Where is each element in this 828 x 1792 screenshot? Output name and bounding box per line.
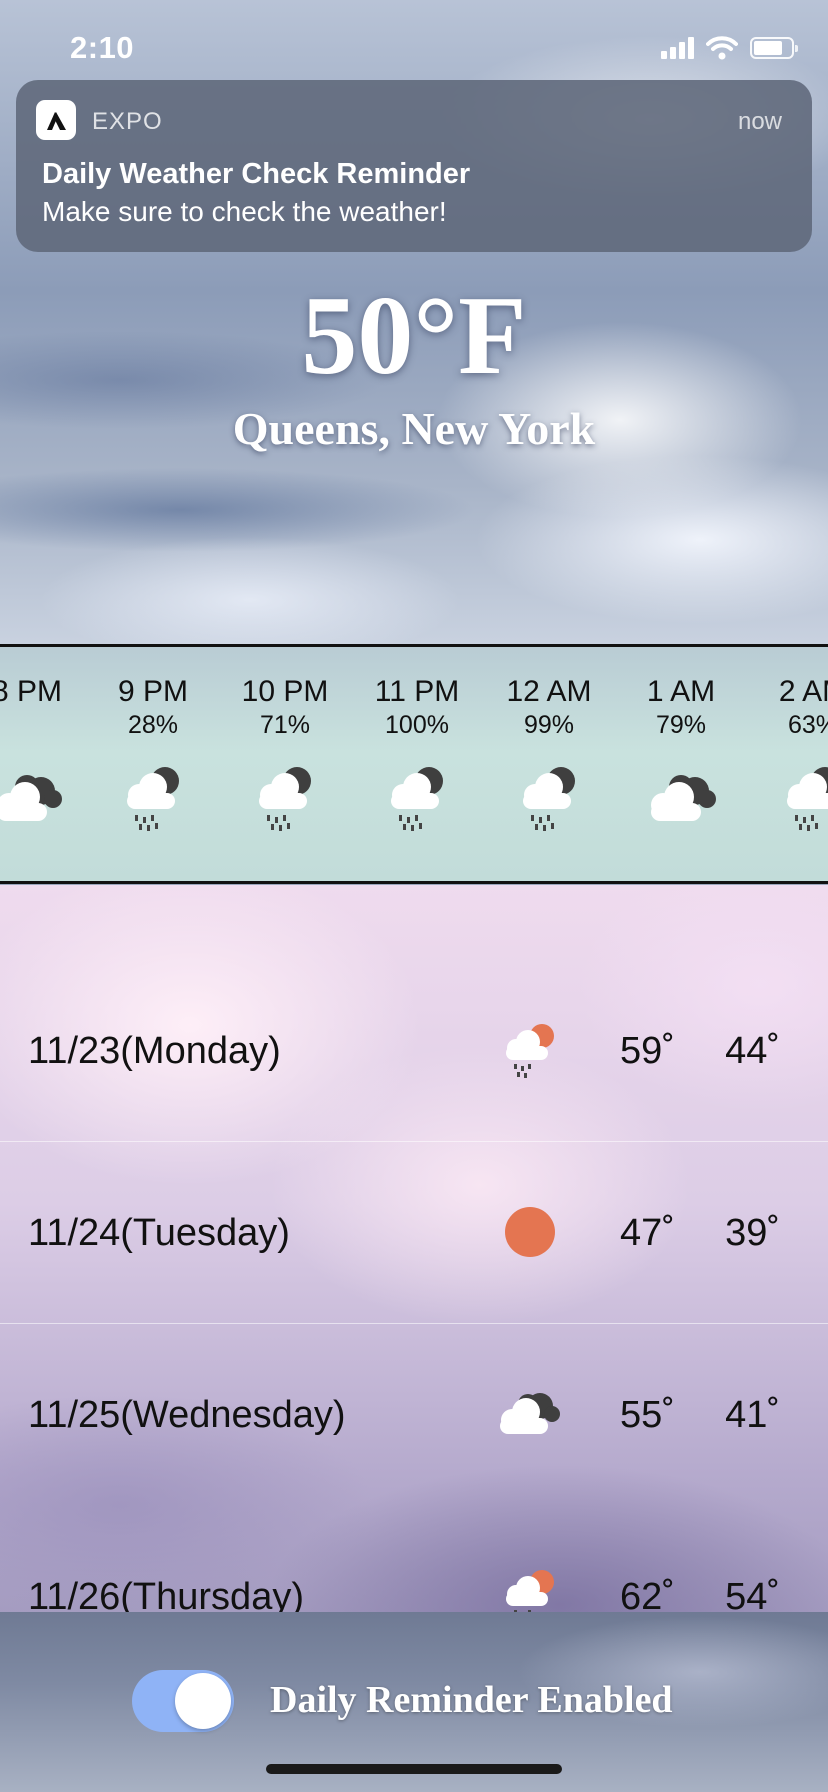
hourly-forecast[interactable]: 8 PM 9 PM 28% 10 PM 71% 11 PM 100% [0,644,828,884]
hourly-item: 9 PM 28% [88,675,218,833]
location-name: Queens, New York [232,403,596,454]
day-high-temp: 55˚ [620,1394,675,1436]
rain-cloud-icon [259,767,311,831]
day-low-temp: 41˚ [725,1394,780,1436]
status-time: 2:10 [70,30,135,65]
hour-precip: 28% [127,711,179,739]
cloudy-icon [651,775,716,821]
notification-app-name: EXPO [92,108,163,135]
hourly-item: 12 AM 99% [484,675,614,833]
hourly-item: 11 PM 100% [352,675,482,833]
hour-precip: 99% [523,711,575,739]
hourly-item: 2 AM 63% [748,675,828,833]
daily-row: 11/24(Tuesday) 47˚ 39˚ [0,1142,828,1324]
cellular-signal-icon [661,37,694,59]
current-temperature: 50°F [301,274,527,398]
battery-icon [750,37,798,59]
rain-cloud-icon [787,767,828,831]
day-high-temp: 59˚ [620,1030,675,1072]
notification-body: Make sure to check the weather! [42,196,447,227]
toggle-knob [175,1673,231,1729]
hourly-item: 8 PM [0,675,92,833]
hour-precip: 71% [259,711,311,739]
cloudy-icon [500,1393,560,1434]
hour-time: 10 PM [241,675,329,708]
hour-precip: 79% [655,711,707,739]
hour-time: 9 PM [117,675,189,708]
hour-time: 1 AM [646,675,716,708]
notification-banner[interactable]: EXPO now Daily Weather Check Reminder Ma… [16,80,812,252]
reminder-footer: Daily Reminder Enabled [0,1612,828,1792]
rain-cloud-icon [127,767,179,831]
daily-row: 11/25(Wednesday) 55˚ 41˚ [0,1324,828,1506]
cloudy-icon [0,775,62,821]
daily-row: 11/23(Monday) 59˚ 44˚ [0,960,828,1142]
hour-time: 8 PM [0,675,63,708]
notification-time: now [737,108,782,135]
hour-precip [0,711,92,741]
hourly-item: 1 AM 79% [616,675,746,833]
expo-app-icon [36,100,76,140]
day-high-temp: 47˚ [620,1212,675,1254]
hourly-item: 10 PM 71% [220,675,350,833]
sun-icon [505,1207,555,1257]
hour-precip: 100% [385,711,449,739]
home-indicator[interactable] [266,1764,562,1774]
hour-precip: 63% [787,711,828,739]
hour-time: 11 PM [374,675,460,708]
notification-title: Daily Weather Check Reminder [42,158,471,190]
hour-time: 12 AM [506,675,592,708]
hour-time: 2 AM [778,675,828,708]
day-date: 11/23(Monday) [28,1030,281,1072]
status-icons [661,36,798,60]
rain-cloud-icon [523,767,575,831]
rain-sun-icon [506,1024,554,1078]
daily-reminder-toggle[interactable] [132,1670,234,1732]
day-low-temp: 44˚ [725,1030,780,1072]
rain-cloud-icon [391,767,443,831]
day-date: 11/25(Wednesday) [28,1394,346,1436]
daily-reminder-label: Daily Reminder Enabled [270,1679,673,1721]
day-date: 11/24(Tuesday) [28,1212,290,1254]
day-low-temp: 39˚ [725,1212,780,1254]
wifi-icon [706,36,738,60]
